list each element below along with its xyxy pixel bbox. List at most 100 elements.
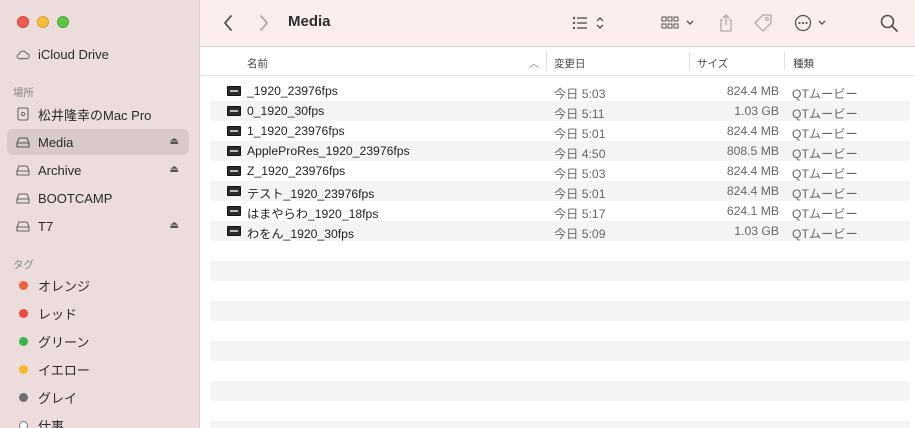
share-icon — [720, 14, 732, 32]
sidebar-tag-work[interactable]: 仕事 — [7, 412, 189, 428]
column-kind[interactable]: 種類 — [793, 56, 814, 71]
eject-icon[interactable]: ⏏ — [170, 136, 179, 148]
empty-row — [210, 341, 910, 361]
tag-dot-icon — [16, 278, 30, 292]
file-row[interactable]: はまやらわ_1920_18fps 今日 5:17 624.1 MB QTムービー — [210, 201, 910, 221]
drive-icon — [16, 163, 30, 177]
action-button[interactable] — [792, 12, 832, 34]
column-name[interactable]: 名前 — [247, 56, 268, 71]
toolbar: Media — [200, 0, 915, 47]
sidebar-item-t7[interactable]: T7 ⏏ — [7, 213, 189, 239]
share-button[interactable] — [715, 12, 737, 34]
sidebar-item-bootcamp[interactable]: BOOTCAMP — [7, 185, 189, 211]
ellipsis-circle-icon — [794, 14, 826, 32]
file-name: テスト_1920_23976fps — [247, 187, 375, 201]
column-date[interactable]: 変更日 — [554, 56, 586, 71]
tag-dot-icon — [16, 306, 30, 320]
sidebar: iCloud Drive 場所 松井隆幸のMac Pro Media ⏏ Arc… — [0, 0, 200, 428]
tag-icon — [754, 14, 772, 32]
sidebar-item-label: iCloud Drive — [38, 46, 109, 62]
file-list: _1920_23976fps 今日 5:03 824.4 MB QTムービー 0… — [200, 77, 915, 428]
empty-row — [210, 421, 910, 428]
movie-file-icon — [227, 106, 241, 116]
list-view-icon — [572, 16, 604, 30]
file-kind: QTムービー — [792, 227, 858, 241]
sidebar-item-label: 松井隆幸のMac Pro — [38, 107, 152, 123]
file-name: Z_1920_23976fps — [247, 164, 346, 178]
tags-header: タグ — [13, 259, 34, 271]
sidebar-item-media[interactable]: Media ⏏ — [7, 129, 189, 155]
sidebar-tag-gray[interactable]: グレイ — [7, 384, 189, 410]
back-button[interactable] — [218, 12, 238, 34]
locations-header: 場所 — [13, 87, 34, 99]
file-size: 824.4 MB — [726, 164, 779, 178]
file-size: 824.4 MB — [726, 124, 779, 138]
tag-dot-icon — [16, 334, 30, 348]
movie-file-icon — [227, 166, 241, 176]
file-date: 今日 4:50 — [554, 147, 606, 161]
cloud-icon — [16, 47, 30, 61]
close-window-button[interactable] — [17, 16, 29, 28]
sidebar-tag-green[interactable]: グリーン — [7, 328, 189, 354]
file-row[interactable]: _1920_23976fps 今日 5:03 824.4 MB QTムービー — [210, 81, 910, 101]
file-name: _1920_23976fps — [247, 84, 338, 98]
empty-row — [210, 381, 910, 401]
sidebar-item-label: グリーン — [38, 334, 90, 350]
view-options-button[interactable] — [569, 12, 609, 34]
file-name: AppleProRes_1920_23976fps — [247, 144, 410, 158]
file-size: 1.03 GB — [734, 224, 779, 238]
column-divider[interactable] — [546, 52, 547, 70]
drive-icon — [16, 135, 30, 149]
column-header: 名前 ︿ 変更日 サイズ 種類 — [200, 48, 915, 76]
minimize-window-button[interactable] — [37, 16, 49, 28]
file-row[interactable]: AppleProRes_1920_23976fps 今日 4:50 808.5 … — [210, 141, 910, 161]
search-button[interactable] — [878, 12, 900, 34]
sidebar-item-archive[interactable]: Archive ⏏ — [7, 157, 189, 183]
sidebar-item-label: BOOTCAMP — [38, 190, 113, 206]
eject-icon[interactable]: ⏏ — [170, 220, 179, 232]
file-date: 今日 5:09 — [554, 227, 606, 241]
file-date: 今日 5:11 — [554, 107, 605, 121]
sidebar-tag-red[interactable]: レッド — [7, 300, 189, 326]
file-row[interactable]: 0_1920_30fps 今日 5:11 1.03 GB QTムービー — [210, 101, 910, 121]
drive-icon — [16, 219, 30, 233]
chevron-left-icon — [224, 15, 232, 31]
movie-file-icon — [227, 146, 241, 156]
sort-chevron-up-icon[interactable]: ︿ — [529, 55, 539, 70]
tag-button[interactable] — [750, 12, 776, 34]
file-kind: QTムービー — [792, 167, 858, 181]
tag-color-yellow — [18, 364, 28, 374]
window-title: Media — [288, 13, 331, 30]
file-date: 今日 5:03 — [554, 167, 606, 181]
sidebar-item-label: レッド — [38, 306, 78, 322]
file-row[interactable]: 1_1920_23976fps 今日 5:01 824.4 MB QTムービー — [210, 121, 910, 141]
file-kind: QTムービー — [792, 147, 858, 161]
sidebar-tag-orange[interactable]: オレンジ — [7, 272, 189, 298]
file-row[interactable]: わをん_1920_30fps 今日 5:09 1.03 GB QTムービー — [210, 221, 910, 241]
column-divider[interactable] — [784, 52, 785, 70]
forward-button[interactable] — [254, 12, 274, 34]
group-button[interactable] — [660, 12, 698, 34]
tag-color-red — [18, 308, 28, 318]
file-kind: QTムービー — [792, 207, 858, 221]
tag-dot-icon — [16, 362, 30, 376]
empty-row — [210, 261, 910, 281]
sidebar-tag-yellow[interactable]: イエロー — [7, 356, 189, 382]
eject-icon[interactable]: ⏏ — [170, 164, 179, 176]
file-date: 今日 5:01 — [554, 127, 606, 141]
file-size: 624.1 MB — [726, 204, 779, 218]
search-icon — [880, 14, 898, 32]
file-name: 0_1920_30fps — [247, 104, 325, 118]
file-date: 今日 5:17 — [554, 207, 606, 221]
file-row[interactable]: Z_1920_23976fps 今日 5:03 824.4 MB QTムービー — [210, 161, 910, 181]
sidebar-item-label: Media — [38, 134, 74, 150]
sidebar-item-mac-pro[interactable]: 松井隆幸のMac Pro — [7, 101, 189, 127]
zoom-window-button[interactable] — [57, 16, 69, 28]
column-size[interactable]: サイズ — [697, 56, 728, 71]
tag-dot-icon — [16, 390, 30, 404]
column-divider[interactable] — [689, 52, 690, 70]
sidebar-item-label: Archive — [38, 162, 82, 178]
tag-dot-icon — [16, 418, 30, 428]
sidebar-item-icloud-drive[interactable]: iCloud Drive — [7, 41, 189, 67]
file-row[interactable]: テスト_1920_23976fps 今日 5:01 824.4 MB QTムービ… — [210, 181, 910, 201]
